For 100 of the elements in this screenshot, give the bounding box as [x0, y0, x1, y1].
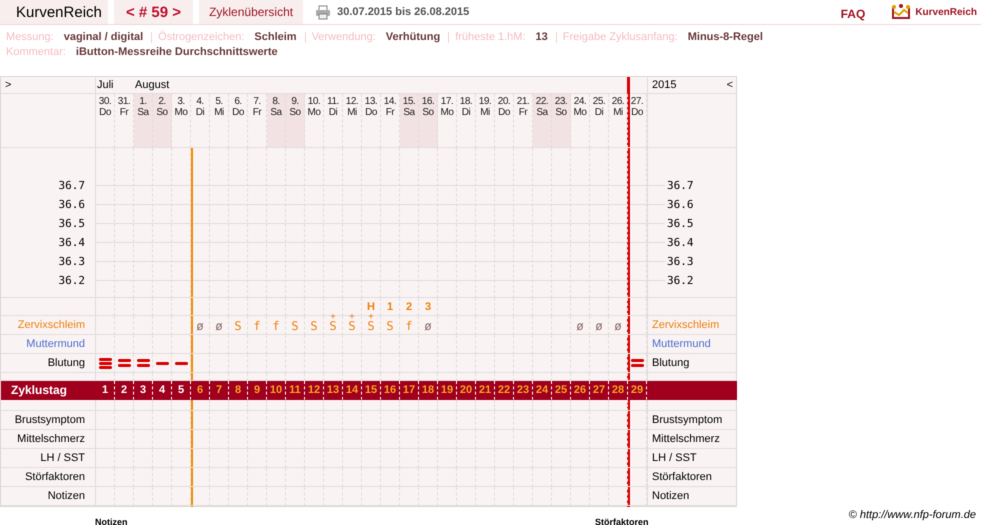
day-cell: [324, 354, 343, 373]
day-cell: [191, 411, 210, 430]
cycle-day-number: 2: [120, 384, 128, 396]
day-cell: [590, 411, 609, 430]
day-cell: [248, 468, 267, 487]
day-cell: [552, 335, 571, 354]
info-value: Minus-8-Regel: [688, 32, 763, 43]
day-cell: [552, 298, 571, 316]
day-cell: [438, 449, 457, 468]
temperature-tick: 36.6: [58, 197, 86, 213]
day-cell: [438, 335, 457, 354]
printer-icon[interactable]: [315, 4, 332, 20]
app-title-tab[interactable]: KurvenReich: [0, 0, 108, 24]
day-cell: [609, 430, 628, 449]
day-cell: [343, 430, 362, 449]
day-cell: [571, 449, 590, 468]
day-header: 1. Sa: [134, 94, 153, 148]
day-cell: [590, 354, 609, 373]
cycle-day-label: Zyklustag: [11, 383, 68, 397]
day-cell: [514, 316, 533, 335]
day-cell: [172, 298, 191, 316]
mucus-symbol: ø: [424, 320, 432, 332]
day-cell: [115, 449, 134, 468]
cycle-day-number: 12: [308, 384, 320, 396]
info-label: Freigabe Zyklusanfang:: [562, 32, 678, 43]
row-label: Störfaktoren: [652, 471, 712, 483]
day-cell: [286, 354, 305, 373]
day-cell: [590, 430, 609, 449]
day-cell: [514, 335, 533, 354]
day-cell: [305, 354, 324, 373]
day-cell: [267, 468, 286, 487]
day-cell: [476, 335, 495, 354]
day-header: 25. Di: [590, 94, 609, 148]
day-header: 30. Do: [96, 94, 115, 148]
day-cell: [495, 449, 514, 468]
day-header: 17. Mo: [438, 94, 457, 148]
faq-link[interactable]: FAQ: [840, 7, 866, 21]
day-cell: [191, 400, 210, 411]
day-cell: [495, 468, 514, 487]
day-cell: [552, 354, 571, 373]
cycle-day-number: 26: [574, 384, 586, 396]
row-label: Brustsymptom: [14, 414, 85, 426]
temperature-tick: 36.4: [648, 233, 737, 252]
day-cell: [381, 354, 400, 373]
day-cell: [476, 400, 495, 411]
section-heading: Notizen: [95, 517, 128, 525]
info-value: Verhütung: [386, 32, 440, 43]
day-cell: [495, 430, 514, 449]
row-label: Zervixschleim: [18, 319, 85, 331]
day-cell: [571, 400, 590, 411]
day-header: 27. Do: [628, 94, 647, 148]
cycle-day-number: 14: [346, 384, 358, 396]
day-cell: [115, 468, 134, 487]
info-label: Verwendung:: [312, 32, 376, 43]
day-cell: [590, 400, 609, 411]
info-value: vaginal / digital: [64, 32, 144, 43]
mucus-symbol: + S: [367, 315, 375, 332]
day-cell: [419, 468, 438, 487]
day-cell: [476, 411, 495, 430]
day-cell: [476, 354, 495, 373]
day-header: 2. So: [153, 94, 172, 148]
info-value: Schleim: [254, 32, 297, 43]
cycle-navigation[interactable]: < # 59 >: [114, 0, 194, 24]
day-cell: [438, 354, 457, 373]
month-label: August: [134, 79, 170, 91]
row-label: Brustsymptom: [652, 414, 722, 426]
day-header: 6. Do: [229, 94, 248, 148]
day-cell: [362, 468, 381, 487]
day-cell: [628, 298, 647, 316]
day-cell: [172, 430, 191, 449]
day-cell: [419, 449, 438, 468]
day-cell: [590, 449, 609, 468]
cycle-day-number: 19: [440, 384, 454, 396]
day-cell: [134, 430, 153, 449]
day-cell: [457, 449, 476, 468]
cycle-day-number: 24: [536, 384, 548, 396]
day-cell: [172, 468, 191, 487]
day-cell: [267, 400, 286, 411]
day-cell: [229, 400, 248, 411]
day-header: 9. So: [286, 94, 305, 148]
day-cell: [457, 298, 476, 316]
day-cell: [514, 449, 533, 468]
day-cell: [305, 411, 324, 430]
day-header: 8. Sa: [267, 94, 286, 148]
row-label: Notizen: [48, 490, 85, 502]
mucus-symbol: f: [253, 320, 261, 332]
day-header: 16. So: [419, 94, 438, 148]
day-header: 26. Mi: [609, 94, 628, 148]
day-cell: [400, 430, 419, 449]
cycle-day-number: 25: [554, 384, 568, 396]
day-cell: [96, 298, 115, 316]
overview-tab[interactable]: Zyklenübersicht: [199, 0, 304, 24]
mucus-symbol: + S: [329, 315, 337, 332]
cycle-day-number: 20: [460, 384, 472, 396]
expand-link[interactable]: >: [5, 79, 12, 91]
cycle-day-number: 5: [178, 384, 184, 396]
cycle-day-number: 23: [516, 384, 530, 396]
day-cell: [248, 430, 267, 449]
day-cell: [457, 354, 476, 373]
collapse-link[interactable]: <: [726, 79, 733, 91]
